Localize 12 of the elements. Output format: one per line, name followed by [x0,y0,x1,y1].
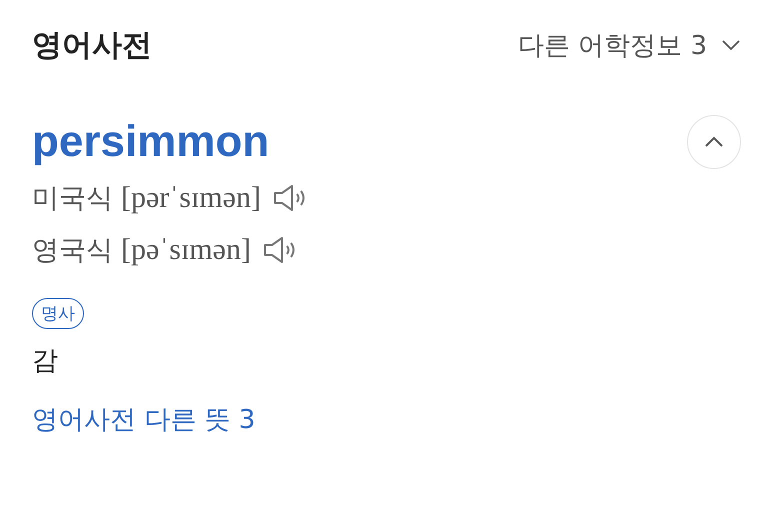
pronunciation-text: [pəˈsɪmən] [121,233,251,267]
more-meanings-link[interactable]: 영어사전 다른 뜻 3 [32,402,256,437]
pronunciation-label: 미국식 [32,182,113,216]
headword: persimmon [32,117,270,167]
section-title: 영어사전 [32,26,152,64]
pronunciation-label: 영국식 [32,234,113,268]
part-of-speech-tag: 명사 [32,298,84,329]
meaning-text: 감 [32,345,59,378]
pronunciation-text: [pərˈsɪmən] [121,181,261,215]
more-info-button[interactable]: 다른 어학정보 3 [518,28,741,62]
chevron-icon [703,135,725,149]
chevron-icon [721,39,741,51]
